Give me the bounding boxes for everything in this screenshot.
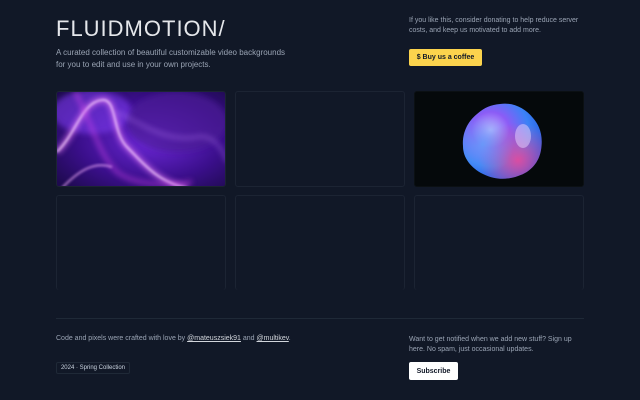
blob-preview-image [462,103,542,179]
footer-credit: Code and pixels were crafted with love b… [56,335,291,342]
gallery-tile-empty[interactable] [414,195,584,290]
gallery-tile-empty[interactable] [235,91,405,187]
site-logo[interactable]: FLUIDMOTION/ [56,16,226,42]
gallery-tile-empty[interactable] [56,195,226,290]
video-gallery [56,91,584,290]
gallery-tile-blob[interactable] [414,91,584,187]
credit-and: and [242,335,255,342]
author-link-mateuszsiek91[interactable]: @mateuszsiek91 [187,335,241,342]
credit-suffix: . [288,335,291,342]
newsletter-message: Want to get notified when we add new stu… [409,336,572,353]
author-link-multikev[interactable]: @multikev [257,335,289,342]
donate-message: If you like this, consider donating to h… [409,17,579,34]
site-tagline: A curated collection of beautiful custom… [56,48,286,69]
buy-coffee-button[interactable]: $ Buy us a coffee [409,49,482,66]
plasma-preview-image [57,92,225,186]
credit-prefix: Code and pixels were crafted with love b… [56,335,186,342]
footer-divider [56,318,584,319]
gallery-tile-empty[interactable] [235,195,405,290]
subscribe-button[interactable]: Subscribe [409,362,458,380]
gallery-tile-plasma[interactable] [56,91,226,187]
collection-badge: 2024 · Spring Collection [56,362,130,374]
